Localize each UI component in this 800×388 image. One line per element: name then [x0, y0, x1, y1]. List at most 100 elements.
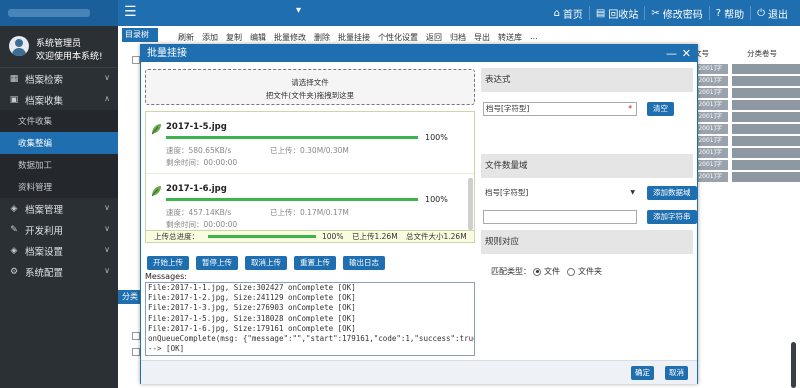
rule-match-header: 规则对应: [481, 230, 693, 254]
sidebar-item-development[interactable]: ✎ 开发利用 ∨: [0, 219, 118, 240]
table-cell: [732, 172, 800, 182]
start-upload-button[interactable]: 开始上传: [147, 256, 189, 270]
home-icon: ⌂: [553, 7, 560, 19]
table-cell: [2001]字: [694, 160, 728, 170]
help-link[interactable]: ? 帮助: [708, 6, 750, 21]
table-row[interactable]: [2001]字: [694, 172, 800, 182]
file-remaining: 剩余时间：00:00:00: [166, 220, 238, 229]
recycle-bin-link[interactable]: ▤ 回收站: [588, 6, 644, 21]
chevron-down-icon[interactable]: ▾: [296, 5, 301, 16]
archive-button[interactable]: 归档: [450, 32, 466, 43]
minimize-icon[interactable]: —: [666, 45, 677, 62]
sidebar-subitem-file-collect[interactable]: 文件收集: [0, 110, 118, 132]
export-button[interactable]: 导出: [474, 32, 490, 43]
cancel-button[interactable]: 取消: [665, 366, 688, 380]
table-row[interactable]: [2001]字: [694, 76, 800, 86]
sidebar-item-archive-manage[interactable]: ◈ 档案管理 ∨: [0, 198, 118, 219]
table-cell: [2001]字: [694, 64, 728, 74]
tree-expander[interactable]: [132, 56, 140, 64]
add-field-button[interactable]: 添加数据域: [647, 186, 697, 200]
clear-button[interactable]: 清空: [647, 102, 674, 116]
chevron-down-icon: ∨: [104, 266, 110, 275]
sidebar-item-archive-settings[interactable]: ◈ 档案设置 ∨: [0, 240, 118, 261]
upload-file-list: 2017-1-5.jpg 100% 速度：580.65KB/s 已上传：0.30…: [145, 111, 475, 231]
table-cell: [2001]字: [694, 100, 728, 110]
file-list-scrollbar[interactable]: [468, 178, 473, 230]
upload-button-row: 开始上传 暂停上传 取消上传 重置上传 输出日志: [147, 256, 392, 270]
home-link[interactable]: ⌂ 首页: [548, 6, 589, 21]
output-log-button[interactable]: 输出日志: [343, 256, 385, 270]
sidebar-item-system-config[interactable]: ⚙ 系统配置 ∨: [0, 261, 118, 282]
change-password-link[interactable]: ✂ 修改密码: [644, 6, 708, 21]
batch-attach-button[interactable]: 批量挂接: [338, 32, 370, 43]
match-folder-radio[interactable]: 文件夹: [567, 266, 602, 277]
required-mark: *: [628, 104, 632, 113]
menu-toggle-icon[interactable]: ☰: [124, 4, 137, 20]
file-name: 2017-1-5.jpg: [166, 122, 227, 132]
tab-directory-tree[interactable]: 目录树: [122, 28, 158, 42]
rule-panel: 表达式 档号[字符型] * 清空 文件数量域 档号[字符型] ▼ 添加数据域 添加字…: [481, 68, 697, 300]
pause-upload-button[interactable]: 暂停上传: [196, 256, 238, 270]
scrollbar-thumb[interactable]: [791, 342, 796, 388]
file-name: 2017-1-6.jpg: [166, 184, 227, 194]
table-row[interactable]: [2001]字: [694, 148, 800, 158]
file-progress-bar: [166, 136, 418, 139]
help-label: 帮助: [724, 9, 745, 21]
personalize-button[interactable]: 个性化设置: [378, 32, 418, 43]
drag-hint-text: 把文件(文件夹)拖拽到这里: [265, 91, 355, 100]
tree-expander[interactable]: [132, 332, 140, 340]
dialog-footer: 确定 取消: [141, 360, 697, 384]
brand-logo: [0, 0, 118, 26]
pencil-icon: ✎: [10, 224, 18, 235]
ok-button[interactable]: 确定: [631, 366, 654, 380]
sidebar-item-label: 档案收集: [25, 95, 64, 107]
message-line: onQueueComplete(msg: {"message":"","star…: [148, 334, 474, 344]
close-icon[interactable]: ✕: [682, 45, 691, 62]
logout-link[interactable]: ⏻ 退出: [750, 6, 794, 21]
dropdown-arrow-icon: ▼: [630, 189, 635, 196]
match-type-row: 匹配类型： 文件 文件夹: [481, 254, 693, 284]
reset-upload-button[interactable]: 重置上传: [294, 256, 336, 270]
string-input[interactable]: [483, 210, 637, 224]
sidebar-item-archive-collect[interactable]: ▣ 档案收集 ∧: [0, 89, 118, 110]
select-file-text[interactable]: 请选择文件: [146, 77, 474, 88]
tab-category[interactable]: 分类: [118, 290, 140, 304]
messages-textarea[interactable]: File:2017-1-1.jpg, Size:302427 onComplet…: [145, 282, 475, 356]
sidebar-item-label: 开发利用: [25, 225, 64, 237]
copy-button[interactable]: 复制: [226, 32, 242, 43]
radio-checked-icon: [533, 267, 541, 276]
logout-label: 退出: [768, 9, 788, 21]
sidebar-subitem-data-processing[interactable]: 数据加工: [0, 154, 118, 176]
welcome-text: 欢迎使用本系统!: [36, 52, 103, 62]
table-row[interactable]: [2001]字: [694, 88, 800, 98]
sidebar-subitem-collect-compile[interactable]: 收集整编: [0, 132, 118, 154]
leaf-icon: [151, 124, 161, 135]
table-row[interactable]: [2001]字: [694, 160, 800, 170]
transfer-button[interactable]: 转送库: [498, 32, 522, 43]
leaf-icon: [151, 186, 161, 197]
sidebar-subitem-material-manage[interactable]: 资料管理: [0, 176, 118, 198]
table-row[interactable]: [2001]字: [694, 112, 800, 122]
total-progress-bar: [208, 235, 316, 238]
chevron-down-icon: ∨: [104, 224, 110, 233]
edit-button[interactable]: 编辑: [250, 32, 266, 43]
table-row[interactable]: [2001]字: [694, 64, 800, 74]
refresh-button[interactable]: 刷新: [178, 32, 194, 43]
table-row[interactable]: [2001]字: [694, 124, 800, 134]
help-icon: ?: [715, 7, 722, 19]
expression-input[interactable]: 档号[字符型] *: [483, 102, 637, 116]
back-button[interactable]: 返回: [426, 32, 442, 43]
delete-button[interactable]: 删除: [314, 32, 330, 43]
batch-edit-button[interactable]: 批量修改: [274, 32, 306, 43]
table-row[interactable]: [2001]字: [694, 100, 800, 110]
more-button[interactable]: ...: [530, 32, 538, 43]
field-select[interactable]: 档号[字符型] ▼: [483, 186, 637, 200]
table-row[interactable]: [2001]字: [694, 136, 800, 146]
add-string-button[interactable]: 添加字符串: [647, 210, 697, 224]
add-button[interactable]: 添加: [202, 32, 218, 43]
tree-expander[interactable]: [132, 348, 140, 356]
match-file-radio[interactable]: 文件: [533, 266, 560, 277]
cancel-upload-button[interactable]: 取消上传: [245, 256, 287, 270]
sidebar-item-archive-search[interactable]: ▦ 档案检索 ∨: [0, 68, 118, 89]
file-drop-zone[interactable]: 请选择文件 把文件(文件夹)拖拽到这里: [145, 69, 475, 105]
